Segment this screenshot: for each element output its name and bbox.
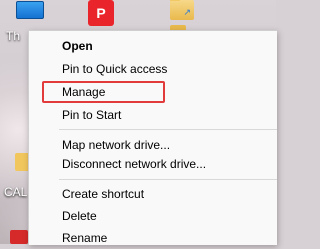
menu-item-pin-to-start[interactable]: Pin to Start [29, 104, 277, 126]
red-app-icon[interactable] [10, 230, 28, 244]
menu-item-create-shortcut[interactable]: Create shortcut [29, 183, 277, 205]
red-app-icon[interactable]: P [88, 0, 114, 26]
context-menu: Open Pin to Quick access Manage Pin to S… [28, 30, 277, 245]
menu-item-open[interactable]: Open [29, 35, 277, 57]
menu-separator [59, 179, 277, 180]
menu-item-pin-to-quick-access[interactable]: Pin to Quick access [29, 58, 277, 80]
menu-separator [59, 129, 277, 130]
folder-shortcut-icon[interactable]: ↗ [170, 0, 194, 20]
this-pc-icon[interactable] [16, 0, 44, 20]
desktop-icon-label: CAL [4, 185, 28, 199]
menu-item-disconnect-network-drive[interactable]: Disconnect network drive... [29, 153, 277, 175]
menu-item-rename[interactable]: Rename [29, 227, 277, 249]
this-pc-label: Th [6, 29, 21, 43]
manage-highlight-box [42, 81, 165, 103]
menu-item-delete[interactable]: Delete [29, 205, 277, 227]
